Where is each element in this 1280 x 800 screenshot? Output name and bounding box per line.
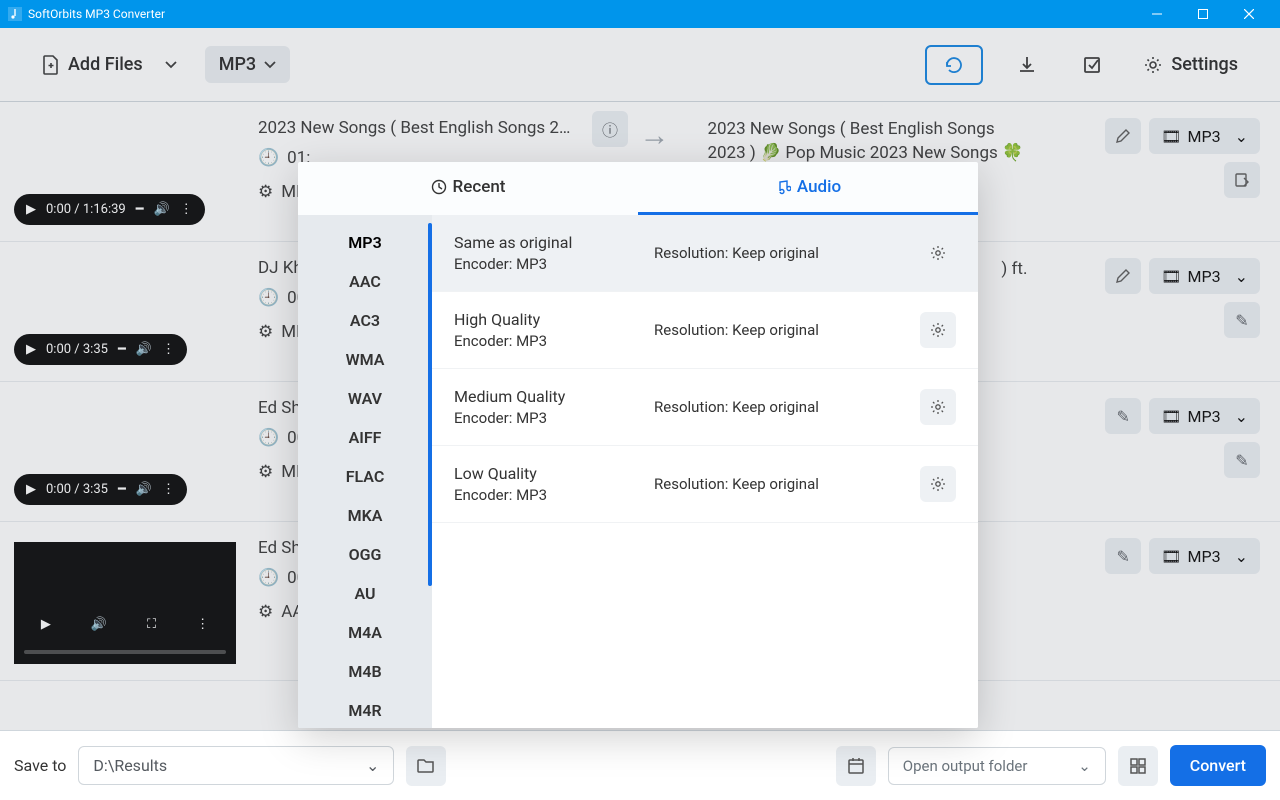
format-item-ac3[interactable]: AC3 (298, 301, 432, 340)
format-modal: Recent Audio MP3 AAC AC3 WMA WAV AIFF FL… (298, 162, 978, 728)
bottom-bar: Save to D:\Results⌄ Open output folder⌄ … (0, 730, 1280, 800)
format-item-wav[interactable]: WAV (298, 379, 432, 418)
preset-item[interactable]: Same as originalEncoder: MP3 Resolution:… (432, 215, 978, 292)
schedule-button[interactable] (836, 746, 876, 786)
minimize-button[interactable] (1134, 0, 1180, 28)
close-button[interactable] (1226, 0, 1272, 28)
chevron-down-icon: ⌄ (1078, 757, 1091, 775)
format-item-m4b[interactable]: M4B (298, 652, 432, 691)
convert-button[interactable]: Convert (1170, 745, 1266, 786)
format-item-ogg[interactable]: OGG (298, 535, 432, 574)
chevron-down-icon: ⌄ (366, 756, 379, 775)
title-bar: SoftOrbits MP3 Converter (0, 0, 1280, 28)
merge-button[interactable] (1118, 746, 1158, 786)
output-path-selector[interactable]: D:\Results⌄ (78, 746, 394, 785)
format-item-aac[interactable]: AAC (298, 262, 432, 301)
preset-settings-button[interactable] (920, 389, 956, 425)
music-icon (775, 179, 791, 195)
preset-list: Same as originalEncoder: MP3 Resolution:… (432, 215, 978, 728)
format-item-aiff[interactable]: AIFF (298, 418, 432, 457)
app-title: SoftOrbits MP3 Converter (28, 7, 165, 21)
maximize-button[interactable] (1180, 0, 1226, 28)
tab-audio[interactable]: Audio (638, 162, 978, 215)
preset-item[interactable]: High QualityEncoder: MP3 Resolution: Kee… (432, 292, 978, 369)
format-list[interactable]: MP3 AAC AC3 WMA WAV AIFF FLAC MKA OGG AU… (298, 215, 432, 728)
format-item-m4r[interactable]: M4R (298, 691, 432, 728)
save-to-label: Save to (14, 756, 66, 775)
browse-folder-button[interactable] (406, 746, 446, 786)
format-item-flac[interactable]: FLAC (298, 457, 432, 496)
tab-recent[interactable]: Recent (298, 162, 638, 215)
format-item-au[interactable]: AU (298, 574, 432, 613)
preset-settings-button[interactable] (920, 312, 956, 348)
open-output-folder[interactable]: Open output folder⌄ (888, 747, 1106, 785)
preset-item[interactable]: Low QualityEncoder: MP3 Resolution: Keep… (432, 446, 978, 523)
format-item-wma[interactable]: WMA (298, 340, 432, 379)
preset-settings-button[interactable] (920, 235, 956, 271)
app-icon (8, 7, 22, 21)
format-item-mp3[interactable]: MP3 (298, 223, 432, 262)
format-item-m4a[interactable]: M4A (298, 613, 432, 652)
preset-settings-button[interactable] (920, 466, 956, 502)
preset-item[interactable]: Medium QualityEncoder: MP3 Resolution: K… (432, 369, 978, 446)
clock-icon (431, 179, 447, 195)
format-item-mka[interactable]: MKA (298, 496, 432, 535)
